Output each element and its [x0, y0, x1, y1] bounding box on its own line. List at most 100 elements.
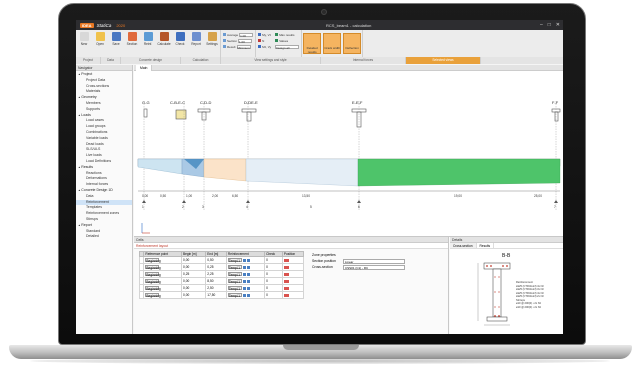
force-option-mz[interactable]: Mz, Vy — [262, 45, 271, 49]
reference-select[interactable]: Beginning — [145, 278, 161, 284]
reference-cell[interactable]: Beginning — [143, 263, 183, 271]
copy-icon[interactable] — [246, 273, 250, 277]
ribbon-button[interactable]: Reinf. — [140, 30, 156, 57]
ribbon-button[interactable]: Report — [188, 30, 204, 57]
result-select[interactable]: Design all — [275, 44, 300, 50]
navigator-item[interactable]: Detailed — [76, 234, 132, 240]
reference-cell[interactable]: Beginning — [143, 270, 183, 278]
edit-icon[interactable] — [242, 294, 246, 298]
beam-drawing[interactable]: G-G C-B-E-C C-D-D D-DE-E E-E-F F-F 0,00 … — [134, 71, 563, 236]
position-cell[interactable] — [281, 291, 305, 299]
view-value-select-2[interactable]: 1.00 — [238, 38, 253, 44]
check-cell[interactable]: 0 — [264, 270, 283, 278]
begin-cell[interactable]: 0,00 — [181, 256, 207, 264]
end-cell[interactable]: 2,50 — [205, 284, 227, 292]
begin-cell[interactable]: 0,00 — [181, 284, 207, 292]
force-option-n[interactable]: N — [262, 39, 264, 43]
detailed-results-button[interactable]: Detailed results — [303, 33, 322, 54]
edit-icon[interactable] — [242, 273, 246, 277]
delete-icon[interactable] — [283, 293, 289, 297]
reinforcement-cell[interactable]: Templ.1 — [225, 291, 266, 299]
reinforcement-cell[interactable]: Templ.1 — [225, 277, 266, 285]
position-cell[interactable] — [281, 284, 305, 292]
position-cell[interactable] — [281, 263, 305, 271]
minimize-button[interactable]: – — [540, 22, 543, 28]
reinforcement-cell[interactable]: Templ.1 — [225, 256, 266, 264]
reference-select[interactable]: Beginning — [145, 264, 161, 270]
reference-select[interactable]: Beginning — [145, 292, 161, 298]
ribbon-button[interactable]: Open — [92, 30, 108, 57]
cells-subtitle[interactable]: Reinforcement layout — [134, 243, 448, 249]
reference-select[interactable]: Beginning — [145, 271, 161, 277]
view-option-result[interactable]: Result — [227, 45, 236, 49]
begin-cell[interactable]: 0,00 — [181, 291, 207, 299]
reinforcement-select[interactable]: Templ.1 — [227, 278, 242, 284]
view-option-section[interactable]: Section — [227, 39, 237, 43]
props-value-select[interactable]: Linear — [343, 258, 405, 264]
table-row[interactable]: Beginning 0,00 0,50 Templ.1 0 — [138, 256, 305, 264]
check-cell[interactable]: 0 — [264, 284, 283, 292]
reinforcement-select[interactable]: Templ.1 — [227, 292, 242, 298]
check-cell[interactable]: 0 — [264, 263, 283, 271]
reinforcement-select[interactable]: Templ.1 — [227, 264, 242, 270]
reference-select[interactable]: Beginning — [145, 257, 161, 263]
copy-icon[interactable] — [246, 266, 250, 270]
edit-icon[interactable] — [242, 280, 246, 284]
check-cell[interactable]: 0 — [264, 256, 283, 264]
check-cell[interactable]: 0 — [264, 291, 283, 299]
ribbon-button[interactable]: Calculate — [156, 30, 172, 57]
ribbon-button[interactable]: New — [76, 30, 92, 57]
end-cell[interactable]: 0,50 — [205, 256, 227, 264]
view-value-select-3[interactable]: Minimum — [236, 44, 251, 50]
end-cell[interactable]: 17,50 — [205, 291, 227, 299]
maximize-button[interactable]: □ — [548, 22, 551, 28]
copy-icon[interactable] — [246, 259, 250, 263]
crack-width-button[interactable]: Crack width — [323, 33, 342, 54]
result-option-values[interactable]: Values — [279, 39, 288, 43]
reference-cell[interactable]: Beginning — [143, 256, 183, 264]
reference-select[interactable]: Beginning — [145, 285, 161, 291]
reference-cell[interactable]: Beginning — [143, 284, 183, 292]
table-row[interactable]: Beginning 0,25 2,25 Templ.1 0 — [138, 270, 305, 278]
ribbon-button[interactable]: Settings — [204, 30, 220, 57]
table-row[interactable]: Beginning 0,00 0,25 Templ.1 0 — [138, 263, 305, 271]
table-row[interactable]: Beginning 0,00 8,50 Templ.1 0 — [138, 277, 305, 285]
tab-main[interactable]: Main — [136, 65, 153, 71]
ribbon-button[interactable]: Save — [108, 30, 124, 57]
props-value-select[interactable]: CSS#1 (C1) - RC — [343, 264, 405, 270]
reinforcement-cell[interactable]: Templ.1 — [225, 284, 266, 292]
reinforcement-cell[interactable]: Templ.1 — [225, 263, 266, 271]
delete-icon[interactable] — [283, 279, 289, 283]
end-cell[interactable]: 8,50 — [205, 277, 227, 285]
table-row[interactable]: Beginning 0,00 2,50 Templ.1 0 — [138, 284, 305, 292]
ribbon-button[interactable]: Section — [124, 30, 140, 57]
reinforcement-select[interactable]: Templ.1 — [227, 285, 242, 291]
force-option-my[interactable]: My, Vz — [262, 33, 271, 37]
edit-icon[interactable] — [242, 287, 246, 291]
check-cell[interactable]: 0 — [264, 277, 283, 285]
reinforcement-cell[interactable]: Templ.1 — [225, 270, 266, 278]
delete-icon[interactable] — [283, 258, 289, 262]
view-value-select-1[interactable]: 1.00 — [239, 32, 254, 38]
result-option-max[interactable]: Max results — [279, 33, 294, 37]
ribbon-button[interactable]: Check — [172, 30, 188, 57]
end-cell[interactable]: 2,25 — [205, 270, 227, 278]
deflection-button[interactable]: Deflection — [343, 33, 362, 54]
reference-cell[interactable]: Beginning — [143, 291, 183, 299]
begin-cell[interactable]: 0,00 — [181, 263, 207, 271]
copy-icon[interactable] — [246, 287, 250, 291]
reinforcement-select[interactable]: Templ.1 — [227, 257, 242, 263]
reinforcement-select[interactable]: Templ.1 — [227, 271, 242, 277]
begin-cell[interactable]: 0,25 — [181, 270, 207, 278]
edit-icon[interactable] — [242, 259, 246, 263]
end-cell[interactable]: 0,25 — [205, 263, 227, 271]
position-cell[interactable] — [281, 270, 305, 278]
copy-icon[interactable] — [246, 294, 250, 298]
delete-icon[interactable] — [283, 286, 289, 290]
begin-cell[interactable]: 0,00 — [181, 277, 207, 285]
table-row[interactable]: Beginning 0,00 17,50 Templ.1 0 — [138, 291, 305, 299]
delete-icon[interactable] — [283, 272, 289, 276]
reference-cell[interactable]: Beginning — [143, 277, 183, 285]
copy-icon[interactable] — [246, 280, 250, 284]
edit-icon[interactable] — [242, 266, 246, 270]
